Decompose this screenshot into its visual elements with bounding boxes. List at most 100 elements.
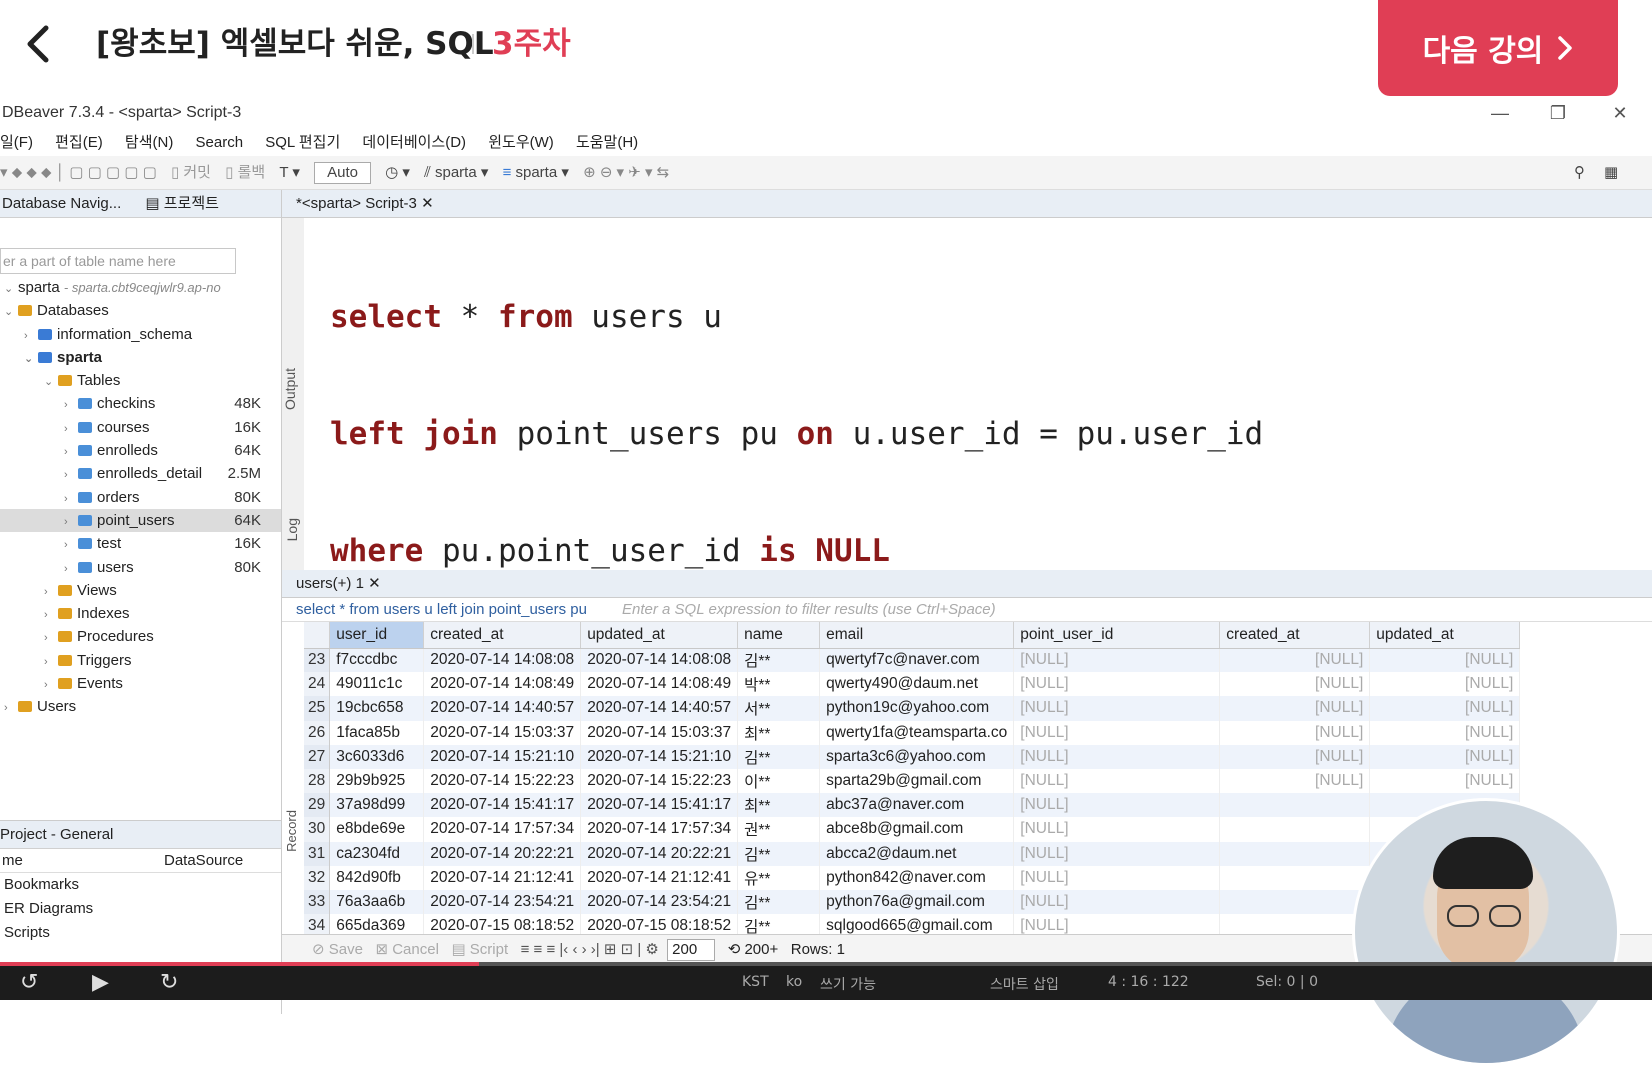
tree-table-item[interactable]: › enrolleds 64K xyxy=(0,439,281,462)
tree-item[interactable]: › Indexes xyxy=(0,602,281,625)
table-cell[interactable]: [NULL] xyxy=(1219,672,1371,697)
transaction-mode-icon[interactable]: T ▾ xyxy=(279,156,300,190)
table-cell[interactable]: 2020-07-14 15:03:37 xyxy=(423,720,582,745)
project-item-er-diagrams[interactable]: ER Diagrams xyxy=(0,897,281,921)
table-cell[interactable]: 박** xyxy=(737,672,821,697)
results-tab[interactable]: users(+) 1 ✕ xyxy=(282,570,1652,598)
column-header[interactable]: created_at xyxy=(1219,622,1371,649)
project-tab[interactable]: ▤ 프로젝트 xyxy=(145,195,219,212)
table-cell[interactable]: [NULL] xyxy=(1013,744,1221,769)
table-cell[interactable]: 1faca85b xyxy=(329,720,425,745)
table-cell[interactable]: 2020-07-14 14:40:57 xyxy=(423,696,582,721)
table-cell[interactable]: 2020-07-14 14:08:08 xyxy=(580,648,739,673)
menu-database[interactable]: 데이터베이스(D) xyxy=(362,134,466,151)
schema-selector[interactable]: ≡ sparta ▾ xyxy=(503,156,569,190)
table-cell[interactable]: 2020-07-14 17:57:34 xyxy=(423,817,582,842)
table-cell[interactable]: 19cbc658 xyxy=(329,696,425,721)
table-cell[interactable]: 유** xyxy=(737,865,821,890)
fetch-more-button[interactable]: ⟲ 200+ xyxy=(728,941,779,958)
toolbar-extra-icons[interactable]: ⊕ ⊖ ▾ ✈ ▾ ⇆ xyxy=(583,156,669,190)
tree-table-item[interactable]: › users 80K xyxy=(0,556,281,579)
table-cell[interactable]: 2020-07-14 20:22:21 xyxy=(580,841,739,866)
table-cell[interactable]: [NULL] xyxy=(1219,696,1371,721)
table-cell[interactable]: 김** xyxy=(737,841,821,866)
editor-tab[interactable]: *<sparta> Script-3 ✕ xyxy=(282,190,1652,218)
search-icon[interactable]: ⚲ xyxy=(1574,156,1585,190)
table-cell[interactable]: [NULL] xyxy=(1219,720,1371,745)
table-cell[interactable]: python76a@gmail.com xyxy=(819,889,1015,915)
tree-item[interactable]: ⌄ Tables xyxy=(0,369,281,392)
table-cell[interactable]: 최** xyxy=(737,720,821,745)
close-window-button[interactable]: ✕ xyxy=(1600,96,1640,130)
menu-window[interactable]: 윈도우(W) xyxy=(488,134,554,151)
tree-item[interactable]: › Views xyxy=(0,579,281,602)
minimize-button[interactable]: — xyxy=(1480,96,1520,130)
table-cell[interactable]: 2020-07-14 20:22:21 xyxy=(423,841,582,866)
table-cell[interactable]: 2020-07-14 23:54:21 xyxy=(423,889,582,915)
project-item-scripts[interactable]: Scripts xyxy=(0,921,281,945)
grid-nav-icons[interactable]: ≡ ≡ ≡ |‹ ‹ › ›| ⊞ ⊡ | ⚙ xyxy=(521,941,659,958)
table-cell[interactable]: [NULL] xyxy=(1369,648,1521,673)
table-cell[interactable]: [NULL] xyxy=(1013,889,1221,915)
table-cell[interactable]: [NULL] xyxy=(1369,768,1521,794)
table-cell[interactable]: 49011c1c xyxy=(329,672,425,697)
tree-item[interactable]: › Events xyxy=(0,672,281,695)
column-header[interactable]: updated_at xyxy=(1369,622,1521,649)
table-row[interactable]: 23 f7cccdbc 2020-07-14 14:08:08 2020-07-14 … xyxy=(304,648,1521,673)
table-cell[interactable]: qwerty1fa@teamsparta.co xyxy=(819,720,1015,745)
table-row[interactable]: 31 ca2304fd 2020-07-14 20:22:21 2020-07-14 … xyxy=(304,841,1521,866)
project-item-bookmarks[interactable]: Bookmarks xyxy=(0,873,281,897)
table-cell[interactable]: 권** xyxy=(737,817,821,842)
table-cell[interactable]: [NULL] xyxy=(1369,744,1521,769)
cancel-button[interactable]: ⊠ Cancel xyxy=(375,941,438,958)
save-button[interactable]: ⊘ Save xyxy=(312,941,363,958)
table-cell[interactable] xyxy=(1219,865,1371,890)
table-cell[interactable]: 76a3aa6b xyxy=(329,889,425,915)
table-row[interactable]: 26 1faca85b 2020-07-14 15:03:37 2020-07-14 … xyxy=(304,720,1521,745)
table-cell[interactable]: [NULL] xyxy=(1219,648,1371,673)
table-cell[interactable]: [NULL] xyxy=(1013,793,1221,818)
table-cell[interactable]: 최** xyxy=(737,793,821,818)
table-cell[interactable]: 2020-07-14 15:03:37 xyxy=(580,720,739,745)
perspective-icon[interactable]: ▦ xyxy=(1604,156,1618,190)
auto-commit-mode[interactable]: Auto xyxy=(314,162,371,185)
table-cell[interactable]: 2020-07-14 21:12:41 xyxy=(423,865,582,890)
table-row[interactable]: 27 3c6033d6 2020-07-14 15:21:10 2020-07-14 … xyxy=(304,744,1521,769)
table-cell[interactable]: sparta3c6@yahoo.com xyxy=(819,744,1015,769)
table-cell[interactable]: [NULL] xyxy=(1369,720,1521,745)
tree-table-item-selected[interactable]: › point_users 64K xyxy=(0,508,281,533)
column-header[interactable]: name xyxy=(737,622,821,649)
table-cell[interactable]: python19c@yahoo.com xyxy=(819,696,1015,721)
table-cell[interactable]: 842d90fb xyxy=(329,865,425,890)
commit-button[interactable]: ▯ 커밋 xyxy=(171,156,211,190)
tree-table-item[interactable]: › checkins 48K xyxy=(0,392,281,415)
menu-help[interactable]: 도움말(H) xyxy=(576,134,638,151)
table-cell[interactable]: abce8b@gmail.com xyxy=(819,817,1015,842)
table-cell[interactable]: 37a98d99 xyxy=(329,793,425,818)
table-cell[interactable]: 2020-07-14 14:40:57 xyxy=(580,696,739,721)
table-cell[interactable]: 2020-07-14 14:08:49 xyxy=(580,672,739,697)
table-cell[interactable]: [NULL] xyxy=(1013,696,1221,721)
results-filter-input[interactable]: Enter a SQL expression to filter results… xyxy=(622,598,996,622)
menu-navigate[interactable]: 탐색(N) xyxy=(125,134,173,151)
table-cell[interactable]: [NULL] xyxy=(1013,648,1221,673)
table-cell[interactable]: 이** xyxy=(737,768,821,794)
table-cell[interactable]: sparta29b@gmail.com xyxy=(819,768,1015,794)
table-cell[interactable]: python842@naver.com xyxy=(819,865,1015,890)
menu-search[interactable]: Search xyxy=(196,134,244,151)
table-cell[interactable]: [NULL] xyxy=(1013,720,1221,745)
table-cell[interactable]: 2020-07-14 15:41:17 xyxy=(580,793,739,818)
script-button[interactable]: ▤ Script xyxy=(451,941,508,958)
output-tab[interactable]: Output xyxy=(282,368,304,410)
table-cell[interactable]: 2020-07-14 15:41:17 xyxy=(423,793,582,818)
forward-icon[interactable]: ↻ xyxy=(160,970,178,995)
table-cell[interactable]: 3c6033d6 xyxy=(329,744,425,769)
table-cell[interactable]: 2020-07-14 23:54:21 xyxy=(580,889,739,915)
table-cell[interactable]: 2020-07-14 21:12:41 xyxy=(580,865,739,890)
table-cell[interactable]: 29b9b925 xyxy=(329,768,425,794)
table-row[interactable]: 29 37a98d99 2020-07-14 15:41:17 2020-07-14 … xyxy=(304,793,1521,818)
back-button[interactable] xyxy=(22,22,62,66)
navigator-tab[interactable]: Database Navig... xyxy=(2,195,121,212)
column-header[interactable]: updated_at xyxy=(580,622,739,649)
connection-selector[interactable]: ⫽ sparta ▾ xyxy=(424,156,488,190)
